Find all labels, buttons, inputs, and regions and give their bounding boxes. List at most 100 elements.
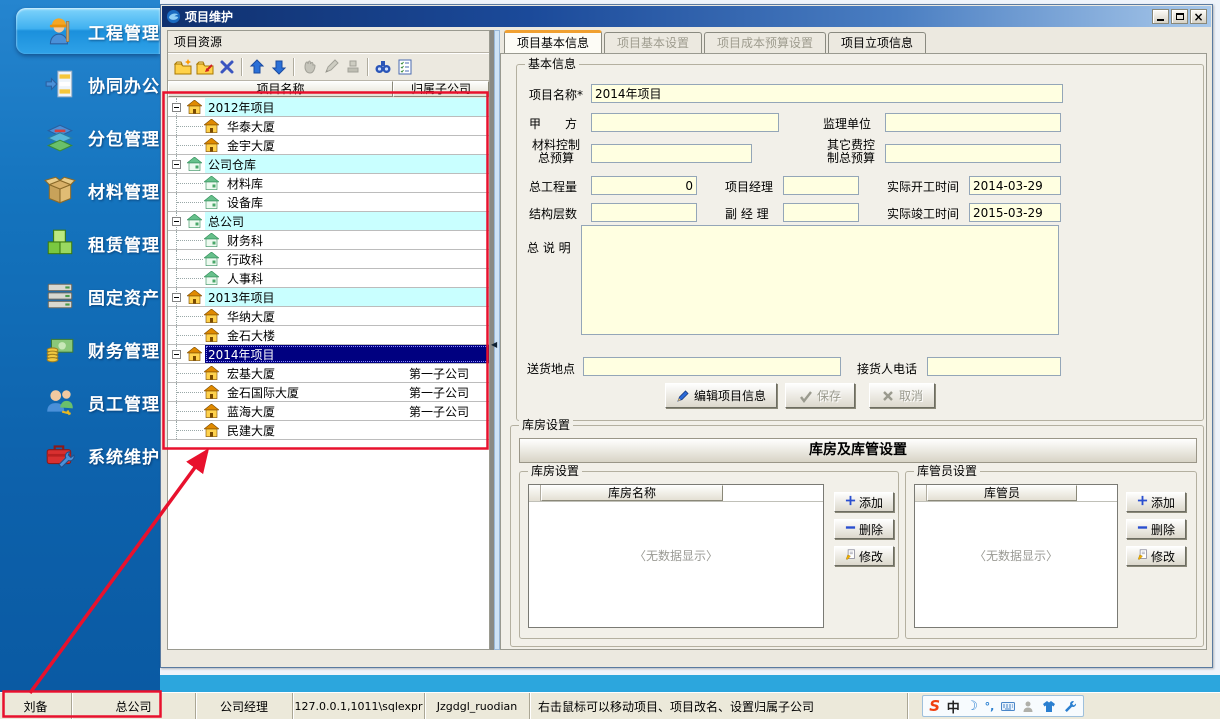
add-button[interactable]: 添加 — [1126, 492, 1186, 512]
tree-row[interactable]: 蓝海大厦第一子公司 — [168, 402, 489, 421]
move-down-icon[interactable] — [268, 57, 290, 77]
delete-button[interactable]: 删除 — [834, 519, 894, 539]
edit-project-button[interactable]: 编辑项目信息 — [665, 383, 777, 408]
status-db-server: 127.0.0.1,1011\sqlexpr — [293, 693, 425, 719]
modify-icon — [845, 549, 856, 563]
tree-row[interactable]: 2013年项目 — [168, 288, 489, 307]
sidebar-item-5[interactable]: 租赁管理 — [0, 220, 160, 266]
cancel-button[interactable]: 取消 — [869, 383, 935, 408]
tree-row[interactable]: 民建大厦 — [168, 421, 489, 440]
collapse-minus-icon[interactable] — [172, 160, 181, 169]
tree-row[interactable]: 宏基大厦第一子公司 — [168, 364, 489, 383]
warehouse-table[interactable]: 库房名称 〈无数据显示〉 — [528, 484, 824, 628]
maximize-button[interactable] — [1171, 9, 1188, 24]
row-indicator-column — [529, 485, 541, 501]
tree-row[interactable]: 金石国际大厦第一子公司 — [168, 383, 489, 402]
house-orange-icon — [204, 366, 219, 380]
sidebar-item-label: 员工管理 — [88, 390, 160, 415]
ime-halfwidth-moon-icon[interactable]: ☽ — [966, 699, 978, 714]
collapse-minus-icon[interactable] — [172, 293, 181, 302]
sidebar-item-6[interactable]: 固定资产 — [0, 273, 160, 319]
tree-row[interactable]: 行政科 — [168, 250, 489, 269]
ime-keyboard-icon[interactable] — [1001, 700, 1015, 713]
party-a-input[interactable] — [591, 113, 779, 132]
sidebar-item-9[interactable]: 系统维护 — [0, 432, 160, 478]
toolbox-icon — [44, 439, 78, 471]
view-list-icon[interactable] — [394, 57, 416, 77]
delivery-place-input[interactable] — [583, 357, 841, 376]
search-icon[interactable] — [372, 57, 394, 77]
ime-skin-icon[interactable] — [1042, 700, 1056, 713]
sogou-logo-icon[interactable]: S — [929, 697, 940, 715]
tree-row[interactable]: 金石大楼 — [168, 326, 489, 345]
actual-finish-input[interactable] — [969, 203, 1061, 222]
collapse-minus-icon[interactable] — [172, 103, 181, 112]
add-folder-icon[interactable] — [172, 57, 194, 77]
summary-textarea[interactable] — [581, 225, 1059, 335]
panel-splitter[interactable]: ◀ — [490, 30, 500, 650]
column-header-subsidiary[interactable]: 归属子公司 — [393, 81, 489, 97]
column-header-project-name[interactable]: 项目名称 — [168, 81, 393, 97]
tree-row[interactable]: 华泰大厦 — [168, 117, 489, 136]
edit-folder-icon[interactable] — [194, 57, 216, 77]
collapse-minus-icon[interactable] — [172, 217, 181, 226]
actual-start-input[interactable] — [969, 176, 1061, 195]
ime-punctuation[interactable]: °, — [985, 700, 995, 713]
tree-row[interactable]: 设备库 — [168, 193, 489, 212]
material-budget-input[interactable] — [591, 144, 752, 163]
delete-button[interactable]: 删除 — [1126, 519, 1186, 539]
project-name-input[interactable] — [591, 84, 1063, 103]
tab-4[interactable]: 项目立项信息 — [828, 32, 926, 53]
deputy-manager-input[interactable] — [783, 203, 859, 222]
house-green-icon — [187, 157, 202, 171]
modify-button[interactable]: 修改 — [1126, 546, 1186, 566]
sidebar-item-7[interactable]: 财务管理 — [0, 326, 160, 372]
tree-row[interactable]: 2014年项目 — [168, 345, 489, 364]
add-button[interactable]: 添加 — [834, 492, 894, 512]
sidebar-item-3[interactable]: 分包管理 — [0, 114, 160, 160]
tree-gutter — [168, 326, 224, 344]
close-button[interactable]: × — [1190, 9, 1207, 24]
ime-toolbar[interactable]: S 中 ☽ °, — [922, 695, 1084, 717]
collapse-arrow-icon[interactable]: ◀ — [491, 340, 497, 349]
tree-row[interactable]: 材料库 — [168, 174, 489, 193]
tree-row[interactable]: 财务科 — [168, 231, 489, 250]
warehouse-name-column-header[interactable]: 库房名称 — [541, 485, 723, 501]
tree-row[interactable]: 华纳大厦 — [168, 307, 489, 326]
tree-gutter — [168, 212, 205, 230]
sidebar-item-8[interactable]: 员工管理 — [0, 379, 160, 425]
receiver-phone-input[interactable] — [927, 357, 1061, 376]
supervision-unit-input[interactable] — [885, 113, 1061, 132]
sidebar-item-label: 系统维护 — [88, 443, 160, 468]
ime-chinese-mode[interactable]: 中 — [947, 697, 960, 716]
tree-row[interactable]: 金宇大厦 — [168, 136, 489, 155]
move-up-icon[interactable] — [246, 57, 268, 77]
sidebar-item-4[interactable]: 材料管理 — [0, 167, 160, 213]
tree-gutter — [168, 250, 224, 268]
tree-row[interactable]: 公司仓库 — [168, 155, 489, 174]
tree-item-label: 金石国际大厦 — [224, 384, 389, 401]
status-user: 刘备 — [0, 693, 72, 719]
tree-gutter — [168, 155, 205, 173]
minimize-button[interactable] — [1152, 9, 1169, 24]
tree-row[interactable]: 2012年项目 — [168, 98, 489, 117]
keeper-column-header[interactable]: 库管员 — [927, 485, 1077, 501]
keeper-table[interactable]: 库管员 〈无数据显示〉 — [914, 484, 1118, 628]
project-manager-input[interactable] — [783, 176, 859, 195]
sidebar-item-1[interactable]: 工程管理 — [16, 8, 160, 54]
house-orange-icon — [204, 404, 219, 418]
total-quantity-input[interactable] — [591, 176, 697, 195]
other-budget-input[interactable] — [885, 144, 1061, 163]
ime-user-icon[interactable] — [1021, 700, 1035, 713]
delete-icon[interactable] — [216, 57, 238, 77]
collapse-minus-icon[interactable] — [172, 350, 181, 359]
window-titlebar[interactable]: 项目维护 × — [162, 6, 1211, 27]
modify-button[interactable]: 修改 — [834, 546, 894, 566]
sidebar-item-2[interactable]: 协同办公 — [0, 61, 160, 107]
tree-row[interactable]: 总公司 — [168, 212, 489, 231]
tree-row[interactable]: 人事科 — [168, 269, 489, 288]
ime-wrench-icon[interactable] — [1063, 700, 1077, 713]
save-button[interactable]: 保存 — [785, 383, 855, 408]
tab-1[interactable]: 项目基本信息 — [504, 30, 602, 53]
structure-floors-input[interactable] — [591, 203, 697, 222]
